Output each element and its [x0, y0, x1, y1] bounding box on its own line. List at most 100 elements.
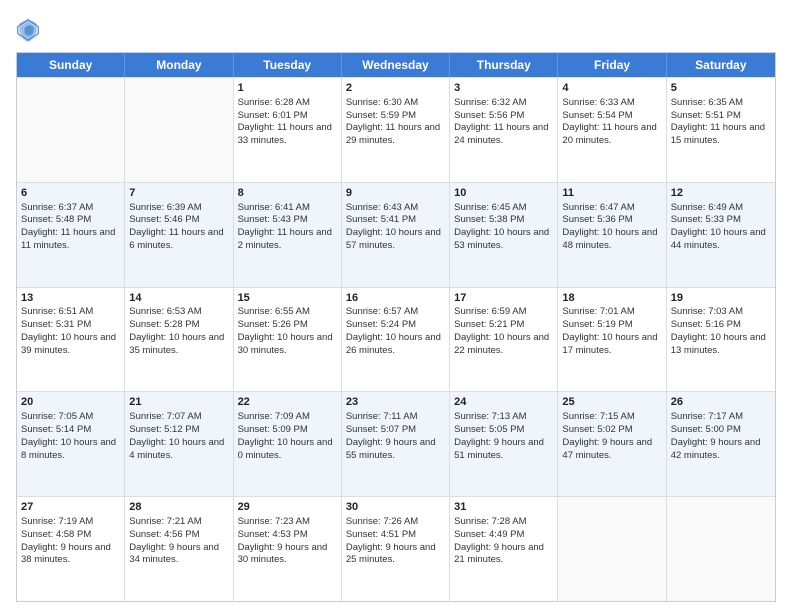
sunrise-text: Sunrise: 6:32 AM — [454, 97, 526, 108]
header-day-monday: Monday — [125, 53, 233, 77]
day-number: 22 — [238, 395, 337, 410]
sunrise-text: Sunrise: 7:09 AM — [238, 411, 310, 422]
header-day-thursday: Thursday — [450, 53, 558, 77]
day-number: 29 — [238, 500, 337, 515]
daylight-text: Daylight: 10 hours and 57 minutes. — [346, 227, 441, 251]
daylight-text: Daylight: 9 hours and 30 minutes. — [238, 542, 328, 566]
day-number: 10 — [454, 186, 553, 201]
day-number: 17 — [454, 291, 553, 306]
sunrise-text: Sunrise: 6:57 AM — [346, 306, 418, 317]
day-number: 7 — [129, 186, 228, 201]
daylight-text: Daylight: 10 hours and 8 minutes. — [21, 437, 116, 461]
day-cell-6: 6Sunrise: 6:37 AMSunset: 5:48 PMDaylight… — [17, 183, 125, 287]
daylight-text: Daylight: 9 hours and 42 minutes. — [671, 437, 761, 461]
sunrise-text: Sunrise: 6:53 AM — [129, 306, 201, 317]
day-cell-28: 28Sunrise: 7:21 AMSunset: 4:56 PMDayligh… — [125, 497, 233, 601]
day-cell-9: 9Sunrise: 6:43 AMSunset: 5:41 PMDaylight… — [342, 183, 450, 287]
day-number: 11 — [562, 186, 661, 201]
daylight-text: Daylight: 10 hours and 35 minutes. — [129, 332, 224, 356]
daylight-text: Daylight: 9 hours and 47 minutes. — [562, 437, 652, 461]
calendar-body: 1Sunrise: 6:28 AMSunset: 6:01 PMDaylight… — [17, 77, 775, 601]
sunrise-text: Sunrise: 7:07 AM — [129, 411, 201, 422]
sunset-text: Sunset: 4:53 PM — [238, 529, 308, 540]
day-cell-12: 12Sunrise: 6:49 AMSunset: 5:33 PMDayligh… — [667, 183, 775, 287]
sunset-text: Sunset: 5:31 PM — [21, 319, 91, 330]
sunrise-text: Sunrise: 7:19 AM — [21, 516, 93, 527]
calendar-header: SundayMondayTuesdayWednesdayThursdayFrid… — [17, 53, 775, 77]
logo-icon — [16, 16, 40, 44]
day-cell-4: 4Sunrise: 6:33 AMSunset: 5:54 PMDaylight… — [558, 78, 666, 182]
sunset-text: Sunset: 5:09 PM — [238, 424, 308, 435]
empty-cell — [558, 497, 666, 601]
calendar: SundayMondayTuesdayWednesdayThursdayFrid… — [16, 52, 776, 602]
empty-cell — [125, 78, 233, 182]
sunset-text: Sunset: 5:02 PM — [562, 424, 632, 435]
day-cell-22: 22Sunrise: 7:09 AM Sunset: 5:09 PM Dayligh… — [234, 392, 342, 496]
daylight-text: Daylight: 10 hours and 53 minutes. — [454, 227, 549, 251]
day-number: 20 — [21, 395, 120, 410]
week-row-1: 1Sunrise: 6:28 AMSunset: 6:01 PMDaylight… — [17, 77, 775, 182]
day-cell-20: 20Sunrise: 7:05 AMSunset: 5:14 PMDayligh… — [17, 392, 125, 496]
sunset-text: Sunset: 5:46 PM — [129, 214, 199, 225]
daylight-text: Daylight: 11 hours and 24 minutes. — [454, 122, 548, 146]
daylight-text: Daylight: 10 hours and 39 minutes. — [21, 332, 116, 356]
sunset-text: Sunset: 5:12 PM — [129, 424, 199, 435]
day-number: 8 — [238, 186, 337, 201]
sunrise-text: Sunrise: 7:03 AM — [671, 306, 743, 317]
day-cell-2: 2Sunrise: 6:30 AMSunset: 5:59 PMDaylight… — [342, 78, 450, 182]
daylight-text: Daylight: 11 hours and 11 minutes. — [21, 227, 115, 251]
sunset-text: Sunset: 5:16 PM — [671, 319, 741, 330]
header — [16, 12, 776, 44]
sunrise-text: Sunrise: 6:30 AM — [346, 97, 418, 108]
daylight-text: Daylight: 10 hours and 44 minutes. — [671, 227, 766, 251]
daylight-text: Daylight: 11 hours and 6 minutes. — [129, 227, 223, 251]
sunset-text: Sunset: 5:28 PM — [129, 319, 199, 330]
daylight-text: Daylight: 11 hours and 20 minutes. — [562, 122, 656, 146]
sunrise-text: Sunrise: 7:26 AM — [346, 516, 418, 527]
day-cell-18: 18Sunrise: 7:01 AMSunset: 5:19 PMDayligh… — [558, 288, 666, 392]
daylight-text: Daylight: 10 hours and 0 minutes. — [238, 437, 333, 461]
day-cell-29: 29Sunrise: 7:23 AMSunset: 4:53 PMDayligh… — [234, 497, 342, 601]
sunrise-text: Sunrise: 6:35 AM — [671, 97, 743, 108]
daylight-text: Daylight: 10 hours and 17 minutes. — [562, 332, 657, 356]
week-row-4: 20Sunrise: 7:05 AMSunset: 5:14 PMDayligh… — [17, 391, 775, 496]
day-cell-30: 30Sunrise: 7:26 AMSunset: 4:51 PMDayligh… — [342, 497, 450, 601]
day-number: 25 — [562, 395, 661, 410]
day-number: 26 — [671, 395, 771, 410]
sunset-text: Sunset: 5:21 PM — [454, 319, 524, 330]
logo — [16, 16, 44, 44]
day-number: 31 — [454, 500, 553, 515]
day-cell-31: 31Sunrise: 7:28 AMSunset: 4:49 PMDayligh… — [450, 497, 558, 601]
daylight-text: Daylight: 10 hours and 30 minutes. — [238, 332, 333, 356]
day-cell-1: 1Sunrise: 6:28 AMSunset: 6:01 PMDaylight… — [234, 78, 342, 182]
day-number: 30 — [346, 500, 445, 515]
sunset-text: Sunset: 5:54 PM — [562, 110, 632, 121]
sunset-text: Sunset: 5:48 PM — [21, 214, 91, 225]
sunset-text: Sunset: 5:19 PM — [562, 319, 632, 330]
day-number: 6 — [21, 186, 120, 201]
day-number: 18 — [562, 291, 661, 306]
sunset-text: Sunset: 5:14 PM — [21, 424, 91, 435]
day-cell-11: 11Sunrise: 6:47 AMSunset: 5:36 PMDayligh… — [558, 183, 666, 287]
day-cell-17: 17Sunrise: 6:59 AMSunset: 5:21 PMDayligh… — [450, 288, 558, 392]
day-cell-25: 25Sunrise: 7:15 AM Sunset: 5:02 PM Dayligh… — [558, 392, 666, 496]
sunrise-text: Sunrise: 6:41 AM — [238, 202, 310, 213]
sunset-text: Sunset: 5:26 PM — [238, 319, 308, 330]
day-number: 19 — [671, 291, 771, 306]
daylight-text: Daylight: 10 hours and 13 minutes. — [671, 332, 766, 356]
sunset-text: Sunset: 5:33 PM — [671, 214, 741, 225]
day-cell-24: 24Sunrise: 7:13 AMSunset: 5:05 PMDayligh… — [450, 392, 558, 496]
sunset-text: Sunset: 4:49 PM — [454, 529, 524, 540]
daylight-text: Daylight: 10 hours and 22 minutes. — [454, 332, 549, 356]
sunset-text: Sunset: 4:51 PM — [346, 529, 416, 540]
sunrise-text: Sunrise: 7:15 AM — [562, 411, 634, 422]
daylight-text: Daylight: 10 hours and 26 minutes. — [346, 332, 441, 356]
day-cell-26: 26Sunrise: 7:17 AMSunset: 5:00 PMDayligh… — [667, 392, 775, 496]
day-number: 9 — [346, 186, 445, 201]
header-day-sunday: Sunday — [17, 53, 125, 77]
sunset-text: Sunset: 5:41 PM — [346, 214, 416, 225]
day-number: 1 — [238, 81, 337, 96]
daylight-text: Daylight: 10 hours and 4 minutes. — [129, 437, 224, 461]
sunrise-text: Sunrise: 6:28 AM — [238, 97, 310, 108]
day-cell-8: 8Sunrise: 6:41 AMSunset: 5:43 PMDaylight… — [234, 183, 342, 287]
